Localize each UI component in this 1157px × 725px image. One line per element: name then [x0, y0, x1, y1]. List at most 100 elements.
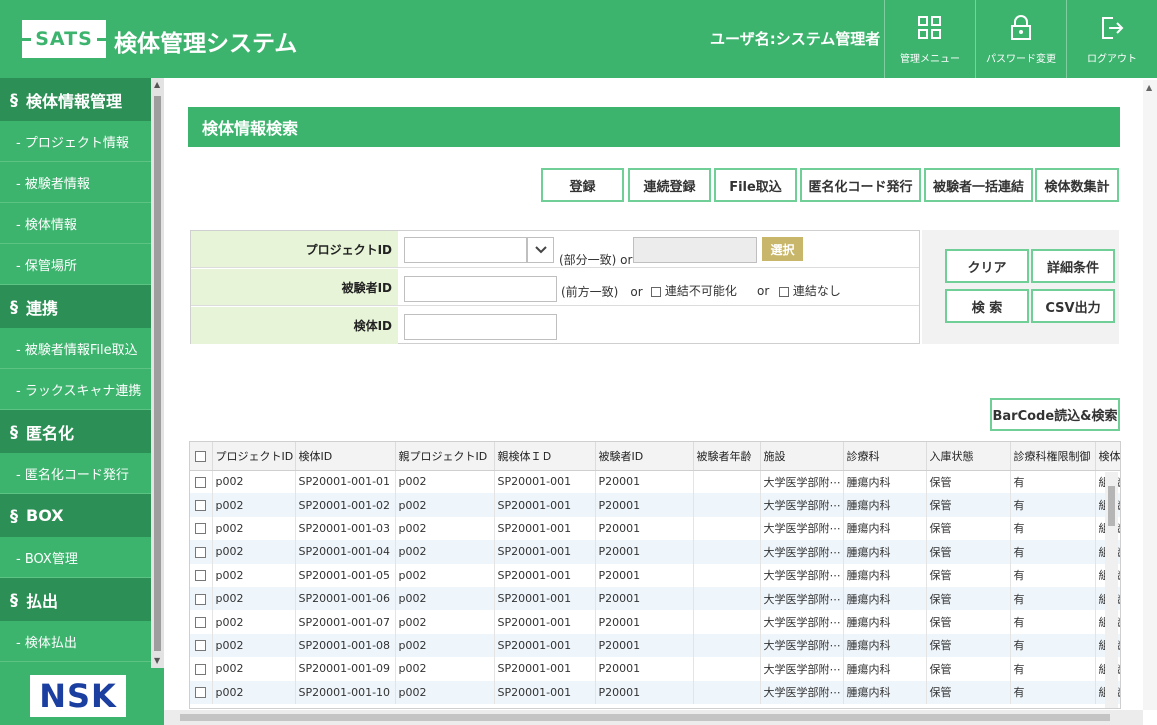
sidebar-item-project-info[interactable]: - プロジェクト情報	[0, 121, 151, 162]
sidebar-scroll-thumb[interactable]	[154, 96, 161, 651]
search-button[interactable]: 検 索	[945, 289, 1029, 323]
scroll-up-icon[interactable]: ▲	[154, 80, 160, 89]
no-link-checkbox[interactable]	[779, 286, 789, 297]
table-cell: 保管	[926, 680, 1011, 704]
subject-id-input[interactable]	[404, 276, 557, 302]
select-button[interactable]: 選択	[762, 237, 803, 261]
table-row[interactable]: p002 SP20001-001-07 p002 SP20001-001 P20001 大…	[190, 610, 1120, 634]
row-select-cell[interactable]	[190, 563, 213, 587]
table-row[interactable]: p002 SP20001-001-01 p002 SP20001-001 P20001 大…	[190, 470, 1120, 494]
register-button[interactable]: 登録	[541, 168, 624, 202]
select-all-checkbox[interactable]	[195, 450, 206, 462]
sidebar-item-anon-code[interactable]: - 匿名化コード発行	[0, 453, 151, 494]
sidebar-item-rack-scanner[interactable]: - ラックスキャナ連携	[0, 369, 151, 410]
table-row[interactable]: p002 SP20001-001-08 p002 SP20001-001 P20001 大…	[190, 633, 1120, 658]
row-checkbox[interactable]	[195, 546, 206, 558]
table-row[interactable]: p002 SP20001-001-02 p002 SP20001-001 P20001 大…	[190, 493, 1120, 517]
sidebar-section-sample-management[interactable]: § 検体情報管理	[0, 78, 151, 121]
row-select-cell[interactable]	[190, 586, 213, 611]
row-select-cell[interactable]	[190, 470, 213, 494]
table-cell: 有	[1010, 610, 1096, 634]
column-header[interactable]: 親検体ＩＤ	[494, 442, 596, 471]
column-header[interactable]: 検体種	[1095, 442, 1120, 471]
no-link-option[interactable]: 連結なし	[779, 282, 841, 299]
column-header[interactable]: 被験者年齢	[693, 442, 761, 471]
table-cell: SP20001-001	[494, 470, 596, 494]
sidebar-item-subject-info[interactable]: - 被験者情報	[0, 162, 151, 203]
column-header[interactable]: プロジェクトID	[212, 442, 296, 471]
detail-conditions-button[interactable]: 詳細条件	[1031, 249, 1115, 283]
row-select-cell[interactable]	[190, 493, 213, 517]
row-select-cell[interactable]	[190, 540, 213, 564]
column-header[interactable]: 検体ID	[295, 442, 396, 471]
row-checkbox[interactable]	[195, 640, 206, 652]
table-scrollbar[interactable]	[1105, 472, 1118, 708]
row-checkbox[interactable]	[195, 570, 206, 582]
sample-count-button[interactable]: 検体数集計	[1035, 168, 1119, 202]
search-side-panel	[922, 230, 1119, 344]
row-select-cell[interactable]	[190, 633, 213, 658]
h-scroll-thumb[interactable]	[180, 714, 1110, 721]
table-row[interactable]: p002 SP20001-001-09 p002 SP20001-001 P20001 大…	[190, 657, 1120, 681]
change-password-button[interactable]: パスワード変更	[975, 0, 1066, 78]
sidebar-item-storage[interactable]: - 保管場所	[0, 244, 151, 285]
sample-id-input[interactable]	[404, 314, 557, 340]
unlinkable-option[interactable]: 連結不可能化	[651, 282, 737, 299]
table-row[interactable]: p002 SP20001-001-10 p002 SP20001-001 P20001 大…	[190, 680, 1120, 704]
logout-button[interactable]: ログアウト	[1066, 0, 1157, 78]
row-checkbox[interactable]	[195, 476, 206, 488]
column-header[interactable]: 被験者ID	[595, 442, 694, 471]
sidebar-section-anonymize[interactable]: § 匿名化	[0, 410, 151, 453]
unlinkable-checkbox[interactable]	[651, 286, 661, 297]
select-all-cell[interactable]	[190, 442, 213, 471]
row-checkbox[interactable]	[195, 593, 206, 605]
page-vertical-scrollbar[interactable]: ▲	[1143, 80, 1157, 710]
continuous-register-button[interactable]: 連続登録	[628, 168, 711, 202]
column-header[interactable]: 診療科	[843, 442, 927, 471]
table-scroll-thumb[interactable]	[1108, 486, 1115, 526]
table-cell: P20001	[595, 586, 694, 611]
column-header[interactable]: 親プロジェクトID	[395, 442, 495, 471]
admin-menu-button[interactable]: 管理メニュー	[884, 0, 975, 78]
row-checkbox[interactable]	[195, 617, 206, 629]
row-checkbox[interactable]	[195, 523, 206, 535]
anon-code-issue-button[interactable]: 匿名化コード発行	[800, 168, 921, 202]
project-dropdown-button[interactable]	[527, 237, 554, 263]
table-row[interactable]: p002 SP20001-001-03 p002 SP20001-001 P20001 大…	[190, 516, 1120, 541]
sidebar-section-box[interactable]: § BOX	[0, 494, 151, 537]
row-checkbox[interactable]	[195, 663, 206, 675]
table-header-row: プロジェクトID 検体ID 親プロジェクトID 親検体ＩＤ 被験者ID 被験者年齢 施設 診療…	[190, 442, 1120, 471]
table-row[interactable]: p002 SP20001-001-06 p002 SP20001-001 P20001 大…	[190, 586, 1120, 611]
project-id-text-input[interactable]	[633, 237, 757, 263]
table-cell: p002	[395, 657, 495, 681]
row-checkbox[interactable]	[195, 500, 206, 512]
page-scroll-up-icon[interactable]: ▲	[1146, 83, 1152, 92]
scroll-down-icon[interactable]: ▼	[154, 656, 160, 665]
csv-export-button[interactable]: CSV出力	[1031, 289, 1115, 323]
row-select-cell[interactable]	[190, 657, 213, 681]
row-select-cell[interactable]	[190, 610, 213, 634]
table-cell: p002	[212, 633, 296, 658]
file-import-button[interactable]: File取込	[714, 168, 797, 202]
row-select-cell[interactable]	[190, 516, 213, 541]
sidebar-section-dispense[interactable]: § 払出	[0, 578, 151, 621]
row-select-cell[interactable]	[190, 680, 213, 704]
sidebar-item-sample-info[interactable]: - 検体情報	[0, 203, 151, 244]
row-checkbox[interactable]	[195, 687, 206, 699]
sidebar-scrollbar[interactable]: ▲ ▼	[151, 78, 164, 668]
sidebar-section-link[interactable]: § 連携	[0, 285, 151, 328]
bulk-link-subjects-button[interactable]: 被験者一括連結	[924, 168, 1033, 202]
table-cell: SP20001-001	[494, 657, 596, 681]
sidebar-item-box-management[interactable]: - BOX管理	[0, 537, 151, 578]
column-header[interactable]: 入庫状態	[926, 442, 1011, 471]
table-row[interactable]: p002 SP20001-001-04 p002 SP20001-001 P20001 大…	[190, 540, 1120, 564]
clear-button[interactable]: クリア	[945, 249, 1029, 283]
table-row[interactable]: p002 SP20001-001-05 p002 SP20001-001 P20001 大…	[190, 563, 1120, 587]
barcode-search-button[interactable]: BarCode読込&検索	[990, 398, 1120, 431]
sidebar-item-subject-file-import[interactable]: - 被験者情報File取込	[0, 328, 151, 369]
project-id-select[interactable]	[404, 237, 527, 263]
page-horizontal-scrollbar[interactable]	[164, 710, 1143, 725]
sidebar-item-sample-dispense[interactable]: - 検体払出	[0, 621, 151, 662]
column-header[interactable]: 診療科権限制御	[1010, 442, 1096, 471]
column-header[interactable]: 施設	[760, 442, 844, 471]
